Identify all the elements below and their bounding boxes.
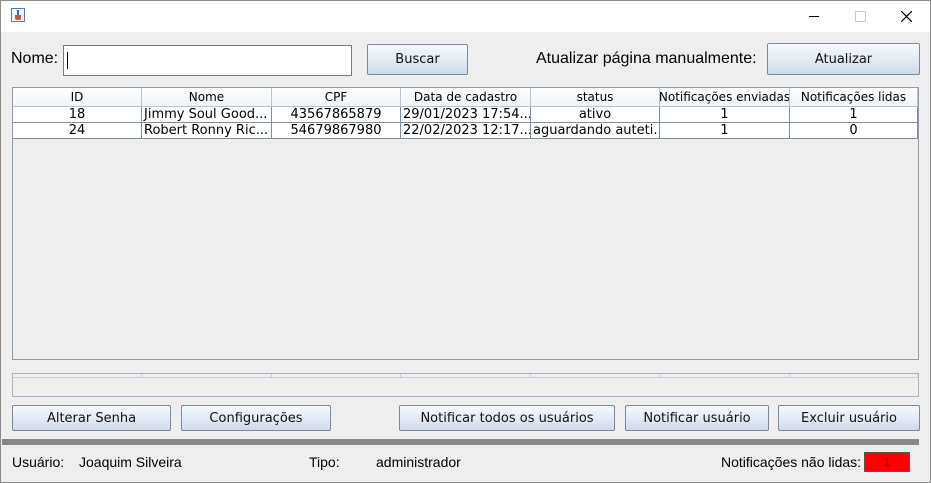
column-header-status[interactable]: status: [531, 88, 660, 107]
users-table[interactable]: ID Nome CPF Data de cadastro status Noti…: [12, 87, 919, 360]
column-header-sent[interactable]: Notificações enviadas: [660, 88, 790, 107]
cell-name: Robert Ronny Ric...: [142, 123, 272, 139]
horizontal-scrollbar[interactable]: [12, 373, 919, 397]
cell-sent: 1: [660, 123, 790, 139]
unread-notifications-label: Notificações não lidas:: [721, 454, 862, 470]
text-caret: [67, 52, 68, 69]
cell-sent: 1: [660, 107, 790, 123]
type-value: administrador: [376, 454, 461, 470]
column-header-cpf[interactable]: CPF: [272, 88, 401, 107]
cell-name: Jimmy Soul Good...: [142, 107, 272, 123]
notify-all-users-button[interactable]: Notificar todos os usuários: [399, 405, 615, 431]
table-row[interactable]: 18 Jimmy Soul Good... 43567865879 29/01/…: [13, 107, 918, 123]
cell-read: 1: [790, 107, 918, 123]
table-row[interactable]: 24 Robert Ronny Ric... 54679867980 22/02…: [13, 123, 918, 139]
refresh-button[interactable]: Atualizar: [767, 43, 920, 75]
cell-id: 24: [13, 123, 142, 139]
user-label: Usuário:: [12, 454, 65, 470]
minimize-icon[interactable]: [791, 1, 837, 32]
title-bar: [1, 1, 930, 32]
settings-button[interactable]: Configurações: [181, 405, 331, 431]
cell-status: ativo: [531, 107, 660, 123]
type-label: Tipo:: [309, 454, 340, 470]
table-body: 18 Jimmy Soul Good... 43567865879 29/01/…: [13, 107, 918, 139]
maximize-icon[interactable]: [837, 1, 883, 32]
table-header: ID Nome CPF Data de cadastro status Noti…: [13, 88, 918, 107]
refresh-label: Atualizar página manualmente:: [536, 50, 757, 67]
cell-cpf: 43567865879: [272, 107, 401, 123]
cell-status: aguardando auteti...: [531, 123, 660, 139]
notify-user-button[interactable]: Notificar usuário: [625, 405, 769, 431]
name-label: Nome:: [11, 50, 59, 67]
app-window: Nome: Buscar Atualizar página manualment…: [0, 0, 931, 483]
cell-cpf: 54679867980: [272, 123, 401, 139]
unread-count-badge: 1: [864, 452, 910, 472]
java-app-icon: [11, 8, 25, 22]
name-search-input[interactable]: [63, 45, 352, 76]
status-separator: [2, 439, 919, 445]
column-header-read[interactable]: Notificações lidas: [790, 88, 918, 107]
cell-date: 29/01/2023 17:54...: [401, 107, 531, 123]
cell-read: 0: [790, 123, 918, 139]
cell-id: 18: [13, 107, 142, 123]
close-icon[interactable]: [883, 1, 929, 32]
delete-user-button[interactable]: Excluir usuário: [778, 405, 920, 431]
column-header-date[interactable]: Data de cadastro: [401, 88, 531, 107]
change-password-button[interactable]: Alterar Senha: [12, 405, 171, 431]
cell-date: 22/02/2023 12:17...: [401, 123, 531, 139]
user-value: Joaquim Silveira: [79, 454, 182, 470]
column-header-id[interactable]: ID: [13, 88, 142, 107]
column-header-name[interactable]: Nome: [142, 88, 272, 107]
search-button[interactable]: Buscar: [367, 44, 468, 75]
